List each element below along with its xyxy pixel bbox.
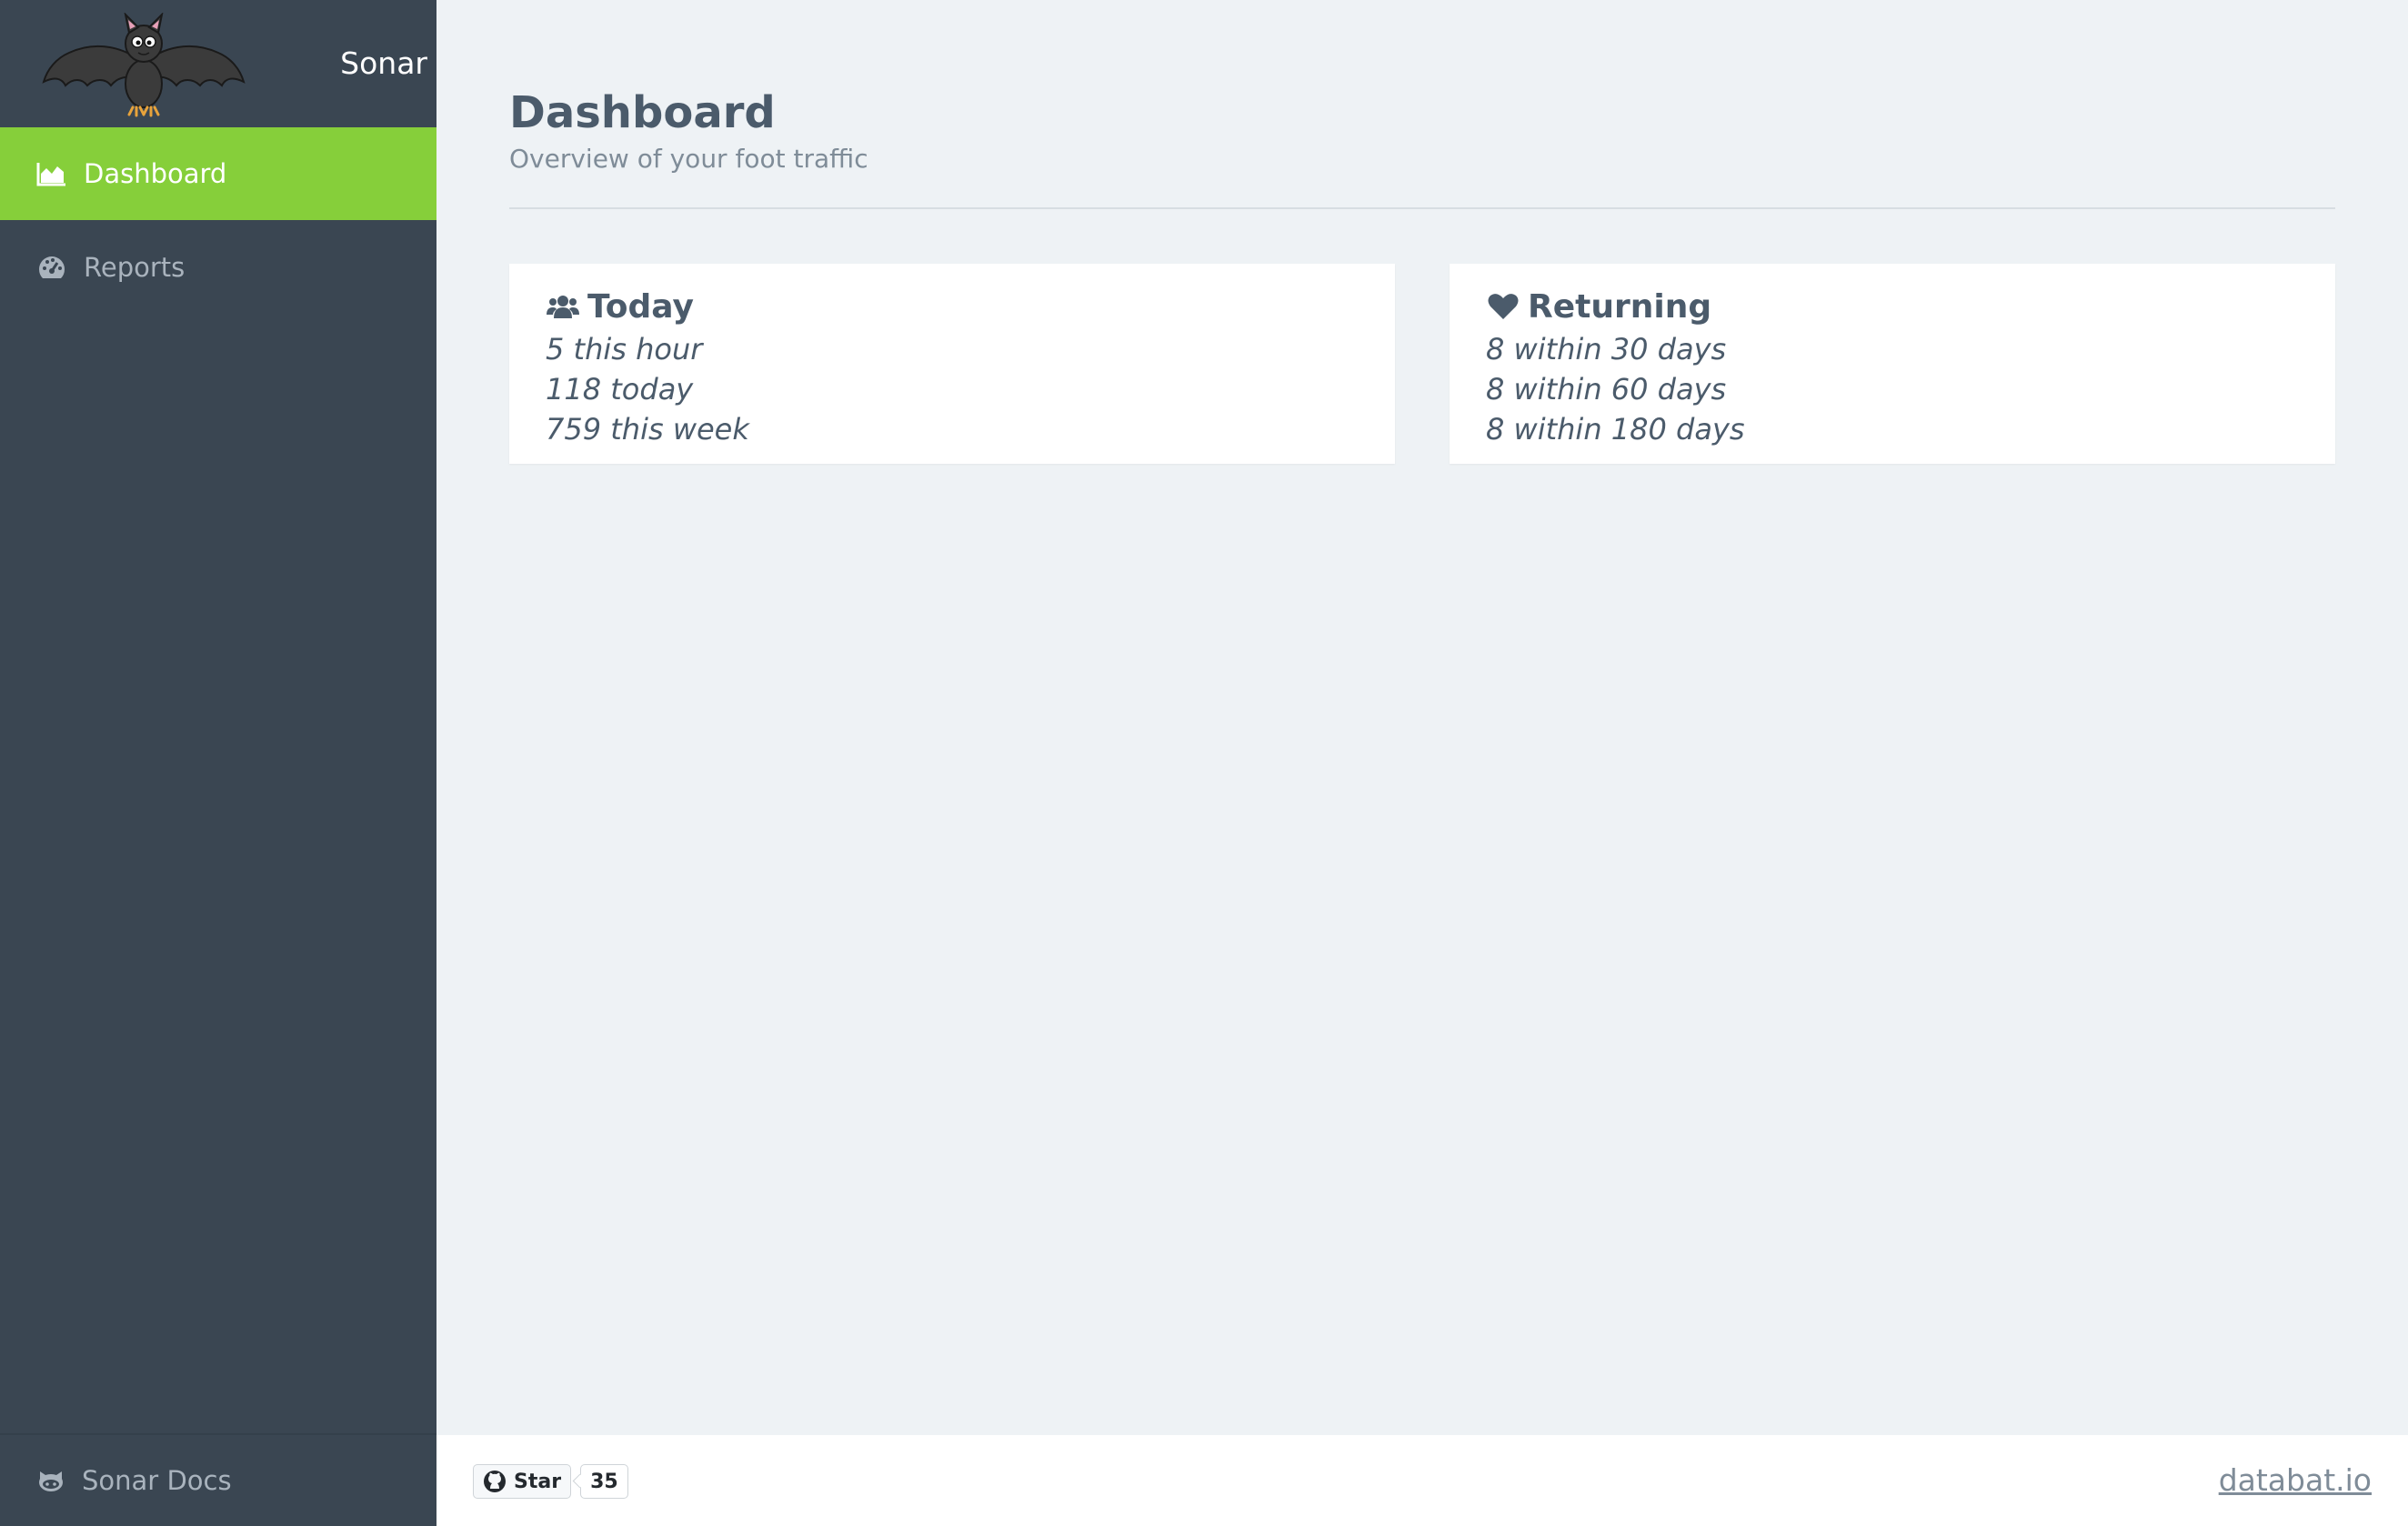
github-icon <box>483 1470 507 1493</box>
sidebar: Sonar Dashboard Reports Sonar Docs <box>0 0 436 1526</box>
today-hour-count: 5 this hour <box>546 332 703 366</box>
card-title: Today <box>546 284 1359 329</box>
today-week-count: 759 this week <box>546 412 749 447</box>
users-icon <box>546 289 580 324</box>
star-button[interactable]: Star <box>473 1464 572 1499</box>
github-icon <box>35 1464 67 1497</box>
star-count[interactable]: 35 <box>580 1464 628 1499</box>
sonar-docs-label: Sonar Docs <box>82 1465 232 1496</box>
card-title: Returning <box>1486 284 2299 329</box>
area-chart-icon <box>35 156 69 191</box>
sonar-docs-link[interactable]: Sonar Docs <box>0 1433 436 1526</box>
heart-icon <box>1486 289 1520 324</box>
nav-item-label: Dashboard <box>84 158 227 189</box>
page-subtitle: Overview of your foot traffic <box>509 144 868 174</box>
today-day-count: 118 today <box>546 372 694 407</box>
returning-30-count: 8 within 30 days <box>1486 332 1727 366</box>
bat-logo <box>42 13 246 117</box>
nav-item-label: Reports <box>84 252 186 283</box>
returning-60-count: 8 within 60 days <box>1486 372 1727 407</box>
nav-item-reports[interactable]: Reports <box>0 221 436 314</box>
star-label: Star <box>514 1470 562 1493</box>
returning-card: Returning 8 within 30 days 8 within 60 d… <box>1450 264 2335 464</box>
header-divider <box>509 207 2335 209</box>
today-title: Today <box>587 287 694 326</box>
returning-title: Returning <box>1528 287 1712 326</box>
today-card: Today 5 this hour 118 today 759 this wee… <box>509 264 1395 464</box>
nav-item-dashboard[interactable]: Dashboard <box>0 127 436 220</box>
returning-180-count: 8 within 180 days <box>1486 412 1745 447</box>
page-title: Dashboard <box>509 87 776 138</box>
page-footer: Star 35 databat.io <box>436 1435 2408 1526</box>
tachometer-icon <box>35 250 69 285</box>
databat-link[interactable]: databat.io <box>2219 1462 2372 1498</box>
main-content: Dashboard Overview of your foot traffic … <box>436 0 2408 1435</box>
brand-name: Sonar <box>340 45 427 81</box>
brand-header[interactable]: Sonar <box>0 0 436 127</box>
github-star-widget: Star 35 <box>473 1464 628 1499</box>
